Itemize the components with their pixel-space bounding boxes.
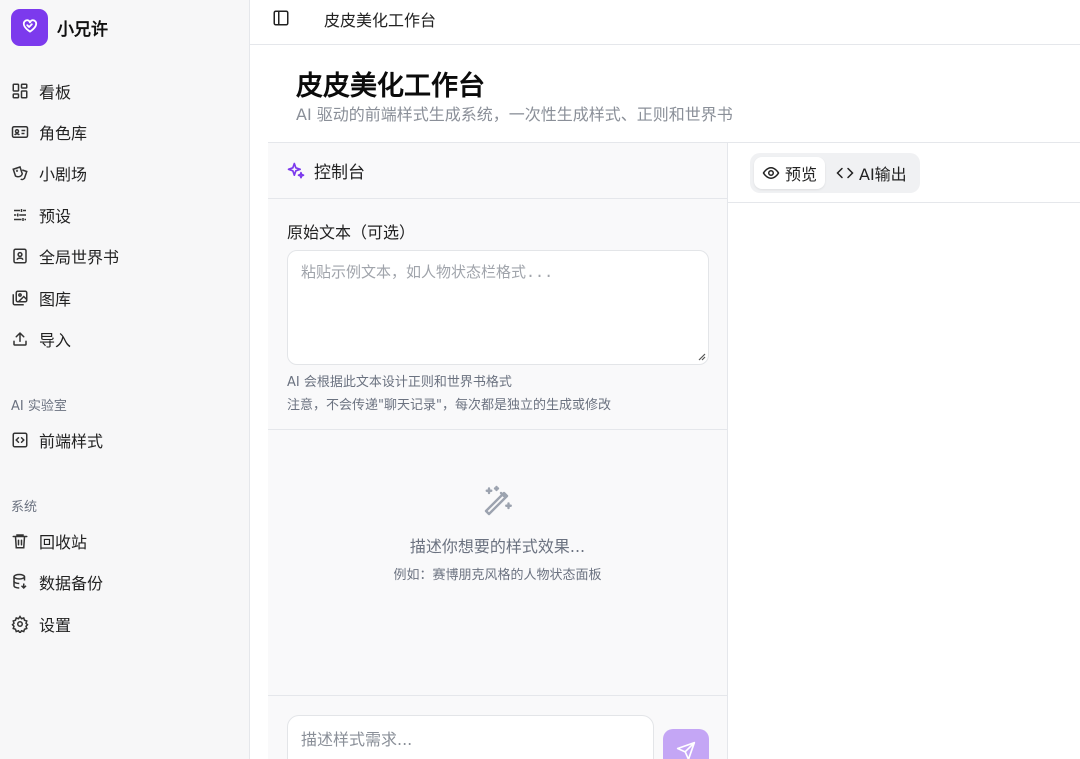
app-logo-icon	[11, 8, 48, 46]
sidebar-item-label: 小剧场	[39, 165, 88, 184]
sparkles-icon	[286, 161, 306, 181]
theater-masks-icon	[11, 164, 29, 182]
tab-label: AI输出	[859, 165, 907, 184]
top-bar: 皮皮美化工作台	[250, 0, 1080, 45]
sidebar-item-label: 设置	[39, 616, 72, 635]
output-view-switcher: 预览 AI输出	[750, 153, 920, 193]
empty-state-example: 例如：赛博朋克风格的人物状态面板	[393, 568, 602, 583]
trash-icon	[11, 532, 29, 550]
magic-wand-icon	[484, 485, 512, 516]
send-button[interactable]	[663, 729, 709, 759]
id-card-icon	[11, 123, 29, 141]
source-text-input[interactable]	[287, 250, 709, 365]
sidebar-item-gallery[interactable]: 图库	[11, 283, 71, 313]
sidebar-item-trash[interactable]: 回收站	[11, 526, 87, 556]
style-prompt-input[interactable]	[287, 715, 654, 759]
sidebar-item-label: 图库	[39, 290, 72, 309]
sidebar-item-frontend-style[interactable]: 前端样式	[11, 425, 103, 455]
eye-icon	[762, 164, 780, 182]
control-panel: 控制台 原始文本（可选） AI 会根据此文本设计正则和世界书格式 注意，不会传递…	[268, 142, 728, 759]
source-text-hint: AI 会根据此文本设计正则和世界书格式	[287, 375, 512, 390]
sidebar-item-label: 导入	[39, 331, 72, 350]
sidebar-toggle-icon[interactable]	[271, 8, 291, 28]
tab-ai-output[interactable]: AI输出	[828, 157, 915, 189]
sidebar-item-presets[interactable]: 预设	[11, 200, 71, 230]
control-panel-title: 控制台	[314, 163, 365, 183]
output-preview-area	[728, 203, 1080, 759]
sidebar-item-label: 全局世界书	[39, 248, 120, 267]
page-subtitle: AI 驱动的前端样式生成系统，一次性生成样式、正则和世界书	[296, 105, 733, 124]
brand[interactable]: 小兄许	[11, 8, 108, 46]
sidebar-item-global-lorebook[interactable]: 全局世界书	[11, 241, 119, 271]
source-text-notice: 注意，不会传递"聊天记录"，每次都是独立的生成或修改	[287, 398, 611, 413]
sidebar-item-settings[interactable]: 设置	[11, 609, 71, 639]
empty-state-title: 描述你想要的样式效果...	[409, 537, 586, 556]
sidebar-item-label: 看板	[39, 83, 72, 102]
database-icon	[11, 573, 29, 591]
images-icon	[11, 289, 29, 307]
section-label-ai-lab: AI 实验室	[11, 399, 67, 414]
sidebar-item-label: 回收站	[39, 533, 88, 552]
tab-preview[interactable]: 预览	[754, 157, 826, 189]
divider	[268, 429, 727, 430]
sidebar-item-theater[interactable]: 小剧场	[11, 158, 87, 188]
brand-name: 小兄许	[57, 19, 108, 40]
sidebar-item-label: 前端样式	[39, 432, 104, 451]
dashboard-icon	[11, 82, 29, 100]
sidebar-item-label: 预设	[39, 207, 72, 226]
code-square-icon	[11, 431, 29, 449]
upload-icon	[11, 330, 29, 348]
section-label-system: 系统	[11, 500, 38, 515]
output-pane-header: 预览 AI输出	[728, 142, 1080, 203]
book-user-icon	[11, 247, 29, 265]
resize-grip-icon[interactable]	[696, 351, 706, 361]
source-text-label: 原始文本（可选）	[287, 223, 416, 242]
gear-icon	[11, 615, 29, 633]
tab-label: 预览	[785, 165, 818, 184]
sidebar: 小兄许 看板 角色库 小剧场 预设 全局世界书 图库 导入 AI 实验室 前端样…	[0, 0, 250, 759]
sidebar-item-characters[interactable]: 角色库	[11, 117, 87, 147]
sidebar-item-backup[interactable]: 数据备份	[11, 567, 103, 597]
sidebar-item-import[interactable]: 导入	[11, 324, 71, 354]
control-panel-header: 控制台	[268, 143, 727, 199]
code-icon	[836, 164, 854, 182]
divider	[268, 695, 727, 696]
breadcrumb: 皮皮美化工作台	[324, 11, 437, 30]
sidebar-item-label: 角色库	[39, 124, 88, 143]
sliders-icon	[11, 206, 29, 224]
send-icon	[676, 741, 696, 759]
page-title: 皮皮美化工作台	[296, 71, 485, 102]
sidebar-item-dashboard[interactable]: 看板	[11, 76, 71, 106]
sidebar-item-label: 数据备份	[39, 574, 104, 593]
